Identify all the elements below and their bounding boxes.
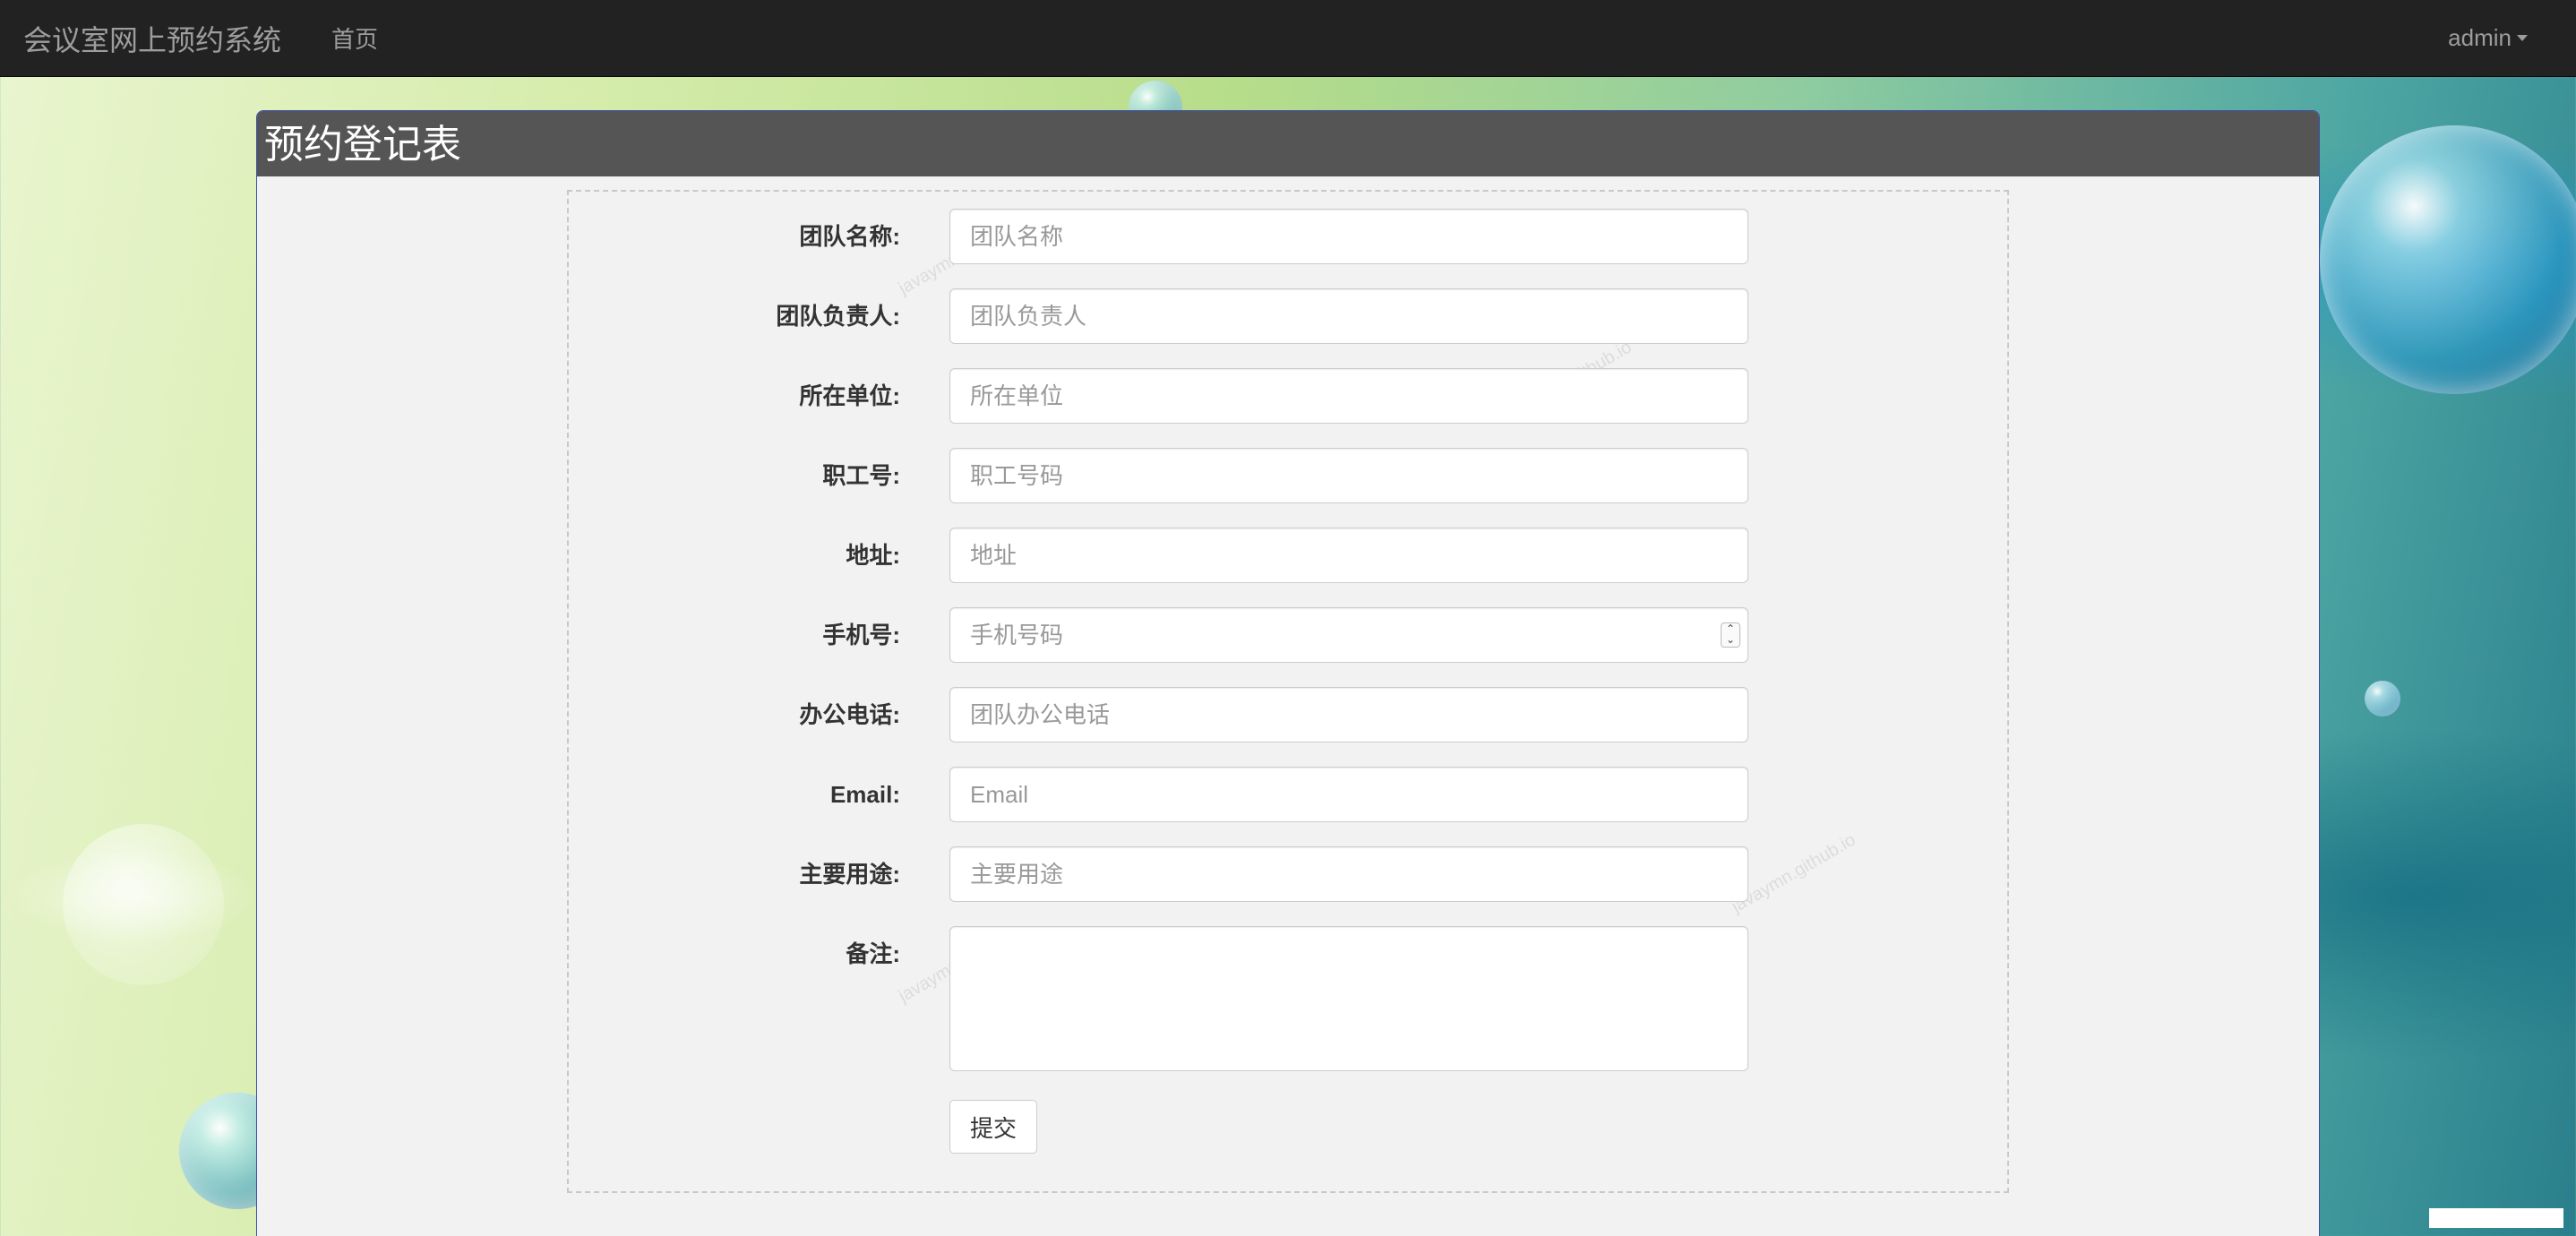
team-leader-input[interactable] — [949, 288, 1748, 344]
nav-home-link[interactable]: 首页 — [331, 21, 378, 55]
form-row-remarks: 备注: — [569, 926, 2007, 1071]
email-label: Email: — [829, 781, 900, 808]
user-menu[interactable]: admin — [2448, 24, 2528, 52]
address-label: 地址: — [846, 542, 900, 569]
background-bubble — [2365, 681, 2400, 717]
address-input[interactable] — [949, 528, 1748, 583]
form-row-mobile: 手机号: ⌃⌄ — [569, 607, 2007, 663]
team-name-input[interactable] — [949, 209, 1748, 264]
form-row-team-name: 团队名称: — [569, 209, 2007, 264]
employee-id-input[interactable] — [949, 448, 1748, 503]
email-input[interactable] — [949, 767, 1748, 822]
panel-title: 预约登记表 — [257, 111, 2319, 176]
employee-id-label: 职工号: — [822, 462, 900, 489]
mobile-input[interactable] — [949, 607, 1748, 663]
team-leader-label: 团队负责人: — [776, 303, 900, 330]
submit-button[interactable]: 提交 — [949, 1100, 1038, 1154]
reservation-panel: 预约登记表 javaymn.github.io javaymn.github.i… — [256, 110, 2320, 1236]
remarks-label: 备注: — [846, 940, 900, 967]
form-row-organization: 所在单位: — [569, 368, 2007, 424]
form-row-address: 地址: — [569, 528, 2007, 583]
form-row-purpose: 主要用途: — [569, 846, 2007, 902]
form-row-employee-id: 职工号: — [569, 448, 2007, 503]
form-row-email: Email: — [569, 767, 2007, 822]
organization-input[interactable] — [949, 368, 1748, 424]
office-phone-label: 办公电话: — [799, 701, 900, 728]
background-bubble — [63, 824, 224, 985]
reservation-form: javaymn.github.io javaymn.github.io java… — [567, 190, 2009, 1193]
background-bubble — [2320, 125, 2576, 394]
app-brand[interactable]: 会议室网上预约系统 — [23, 18, 281, 59]
form-row-team-leader: 团队负责人: — [569, 288, 2007, 344]
form-row-office-phone: 办公电话: — [569, 687, 2007, 742]
number-spinner-icon[interactable]: ⌃ ⌄ — [1721, 622, 1740, 648]
team-name-label: 团队名称: — [799, 223, 900, 250]
office-phone-input[interactable] — [949, 687, 1748, 742]
corner-patch — [2429, 1208, 2563, 1228]
purpose-input[interactable] — [949, 846, 1748, 902]
mobile-label: 手机号: — [822, 622, 900, 648]
purpose-label: 主要用途: — [799, 861, 900, 888]
remarks-textarea[interactable] — [949, 926, 1748, 1071]
organization-label: 所在单位: — [799, 382, 900, 409]
top-navbar: 会议室网上预约系统 首页 admin — [0, 0, 2576, 77]
user-name: admin — [2448, 24, 2512, 51]
caret-down-icon — [2517, 35, 2528, 41]
